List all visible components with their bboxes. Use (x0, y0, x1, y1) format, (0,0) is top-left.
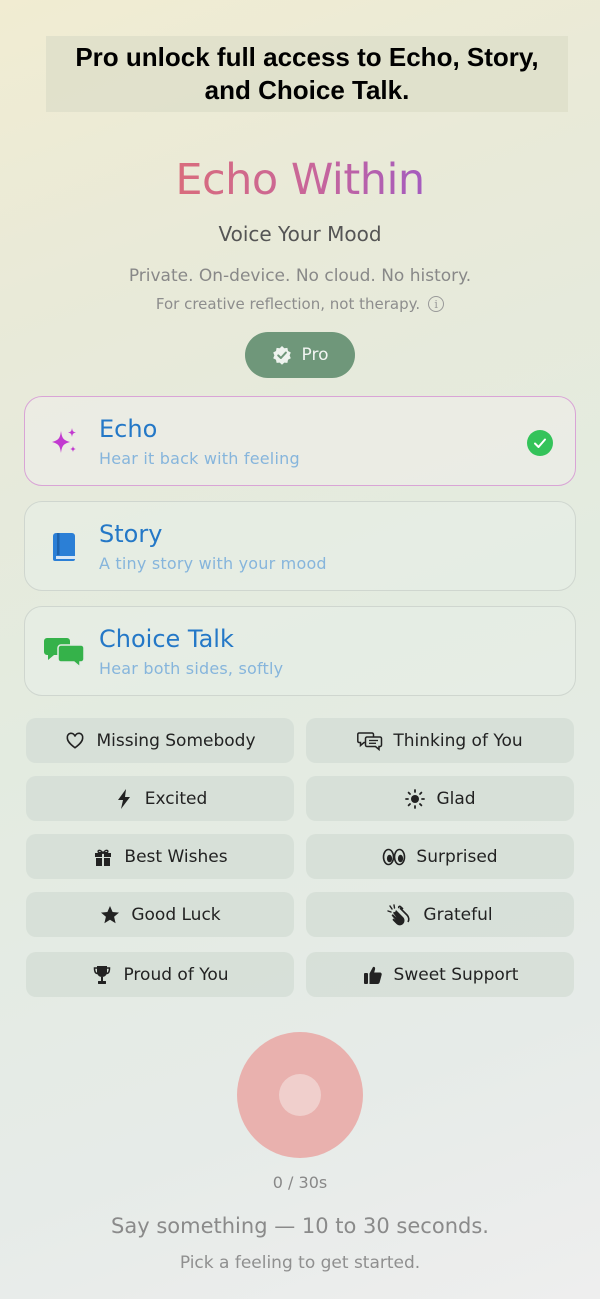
recording-timer: 0 / 30s (272, 1173, 328, 1192)
feeling-chip-sweet-support[interactable]: Sweet Support (306, 952, 574, 997)
mode-title: Echo (99, 415, 158, 443)
mode-description: Hear it back with feeling (99, 449, 300, 468)
feeling-chip-good-luck[interactable]: Good Luck (26, 892, 294, 937)
feeling-label: Best Wishes (124, 846, 228, 867)
feeling-label: Proud of You (123, 964, 229, 985)
eyes-icon (382, 846, 406, 868)
pro-label: Pro (301, 345, 329, 365)
mode-description: Hear both sides, softly (99, 659, 284, 678)
heart-icon (64, 730, 86, 752)
record-button[interactable] (237, 1032, 363, 1158)
hands-clap-icon (387, 903, 413, 926)
feeling-chip-proud-of-you[interactable]: Proud of You (26, 952, 294, 997)
disclaimer-row: For creative reflection, not therapy. i (0, 295, 600, 313)
sun-icon (404, 788, 426, 810)
thumbs-up-icon (362, 964, 384, 986)
feeling-label: Glad (436, 788, 476, 809)
star-icon (99, 904, 121, 926)
feeling-chip-excited[interactable]: Excited (26, 776, 294, 821)
feeling-label: Surprised (416, 846, 498, 867)
sparkles-icon (47, 425, 81, 459)
bolt-icon (113, 788, 135, 810)
mode-description: A tiny story with your mood (99, 554, 327, 573)
feeling-label: Thinking of You (393, 730, 523, 751)
mode-card-story[interactable]: Story A tiny story with your mood (24, 501, 576, 591)
checkmark-icon (527, 430, 553, 456)
mode-card-echo[interactable]: Echo Hear it back with feeling (24, 396, 576, 486)
feeling-label: Sweet Support (393, 964, 519, 985)
record-dot-icon (279, 1074, 321, 1116)
trophy-icon (91, 964, 113, 986)
feeling-chip-surprised[interactable]: Surprised (306, 834, 574, 879)
mode-title: Story (99, 520, 163, 548)
recording-hint: Pick a feeling to get started. (179, 1253, 421, 1273)
book-icon (47, 530, 81, 564)
feeling-label: Grateful (423, 904, 493, 925)
recording-prompt: Say something — 10 to 30 seconds. (111, 1214, 489, 1238)
app-title: Echo Within (175, 155, 425, 205)
feeling-chip-best-wishes[interactable]: Best Wishes (26, 834, 294, 879)
feeling-chip-glad[interactable]: Glad (306, 776, 574, 821)
mode-title: Choice Talk (99, 625, 234, 653)
disclaimer-text: For creative reflection, not therapy. (155, 295, 421, 313)
verified-badge-icon (272, 345, 292, 365)
chat-bubbles-icon (43, 635, 85, 669)
pro-button[interactable]: Pro (245, 332, 355, 378)
info-icon[interactable]: i (428, 296, 445, 312)
pro-banner: Pro unlock full access to Echo, Story, a… (46, 36, 568, 112)
feeling-chip-thinking-of-you[interactable]: Thinking of You (306, 718, 574, 763)
feeling-label: Missing Somebody (96, 730, 256, 751)
feeling-chip-grateful[interactable]: Grateful (306, 892, 574, 937)
feeling-chip-missing-somebody[interactable]: Missing Somebody (26, 718, 294, 763)
mode-card-choice-talk[interactable]: Choice Talk Hear both sides, softly (24, 606, 576, 696)
gift-icon (92, 846, 114, 868)
privacy-note: Private. On-device. No cloud. No history… (128, 266, 472, 286)
feeling-label: Good Luck (131, 904, 221, 925)
feeling-label: Excited (144, 788, 208, 809)
app-subtitle: Voice Your Mood (218, 222, 382, 246)
message-bubbles-icon (357, 730, 383, 752)
